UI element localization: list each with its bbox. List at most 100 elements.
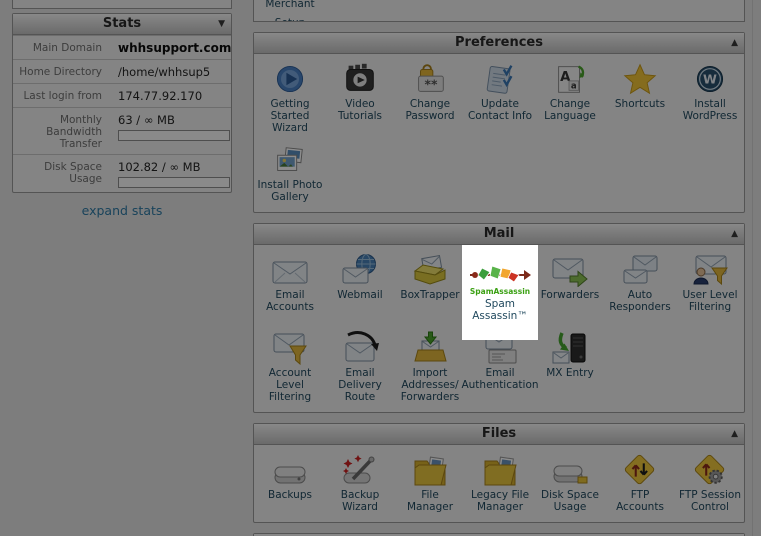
backups-drive-icon xyxy=(270,453,310,487)
app-item-label: Install WordPress xyxy=(677,98,743,122)
collapse-up-icon[interactable]: ▲ xyxy=(731,424,738,444)
app-item-email-accounts[interactable]: Email Accounts xyxy=(255,250,325,328)
app-item-update-contact-info[interactable]: Update Contact Info xyxy=(465,59,535,140)
section-header-files[interactable]: Files ▲ xyxy=(254,424,744,445)
app-item-label: Update Contact Info xyxy=(467,98,533,122)
language-icon: Aa xyxy=(551,62,589,96)
user-filter-icon xyxy=(690,253,730,287)
auto-responders-icon xyxy=(620,253,660,287)
expand-stats-link[interactable]: expand stats xyxy=(12,203,232,218)
svg-text:**: ** xyxy=(424,78,437,92)
app-item-label: Install Photo Gallery xyxy=(257,179,323,203)
cut-panel-top: Merchant Setup xyxy=(253,0,745,22)
app-item-label: Forwarders xyxy=(541,289,599,301)
stat-row-bandwidth: Monthly Bandwidth Transfer 63 / ∞ MB xyxy=(13,107,231,154)
wordpress-icon: W xyxy=(692,62,728,96)
getting-started-icon xyxy=(272,62,308,96)
app-item-forwarders[interactable]: Forwarders xyxy=(535,250,605,328)
app-item-label: BoxTrapper xyxy=(400,289,459,301)
app-item-webmail[interactable]: Webmail xyxy=(325,250,395,328)
app-item-auto-responders[interactable]: Auto Responders xyxy=(605,250,675,328)
app-item-ftp-accounts[interactable]: FTP Accounts xyxy=(605,450,675,519)
app-item-label: Change Password xyxy=(397,98,463,122)
app-item-label: Spam Assassin™ xyxy=(467,298,533,322)
stat-row-disk-space: Disk Space Usage 102.82 / ∞ MB xyxy=(13,154,231,192)
svg-text:W: W xyxy=(703,72,717,87)
account-filter-icon xyxy=(270,331,310,365)
disk-usage-icon xyxy=(550,453,590,487)
stat-value-main-domain: whhsupport.com xyxy=(110,40,235,55)
collapse-up-icon[interactable]: ▲ xyxy=(731,224,738,244)
section-header-preferences[interactable]: Preferences ▲ xyxy=(254,33,744,54)
svg-text:a: a xyxy=(571,82,577,92)
app-item-change-language[interactable]: Aa Change Language xyxy=(535,59,605,140)
app-item-label: FTP Accounts xyxy=(607,489,673,513)
backup-wizard-icon xyxy=(340,453,380,487)
delivery-route-icon xyxy=(340,331,380,365)
stat-row-home-directory: Home Directory /home/whhsup5 xyxy=(13,59,231,83)
app-item-mx-entry[interactable]: MX Entry xyxy=(535,328,605,409)
mail-grid: Email Accounts Webmail BoxTrapper xyxy=(254,245,744,412)
app-item-label: User Level Filtering xyxy=(677,289,743,313)
password-lock-icon: ** xyxy=(411,62,449,96)
app-item-video-tutorials[interactable]: Video Tutorials xyxy=(325,59,395,140)
app-item-install-wordpress[interactable]: W Install WordPress xyxy=(675,59,745,140)
app-item-legacy-file-manager[interactable]: Legacy File Manager xyxy=(465,450,535,519)
app-item-label: Email Delivery Route xyxy=(327,367,393,403)
app-item-label: Video Tutorials xyxy=(327,98,393,122)
section-mail: Mail ▲ Email Accounts Webmail xyxy=(253,223,745,413)
app-item-boxtrapper[interactable]: BoxTrapper xyxy=(395,250,465,328)
stat-label: Home Directory xyxy=(13,64,110,79)
app-item-change-password[interactable]: ** Change Password xyxy=(395,59,465,140)
webmail-globe-icon xyxy=(340,253,380,287)
stat-label: Disk Space Usage xyxy=(13,159,110,188)
stat-label: Main Domain xyxy=(13,40,110,55)
app-item-label: Disk Space Usage xyxy=(537,489,603,513)
section-header-mail[interactable]: Mail ▲ xyxy=(254,224,744,245)
app-item-spam-assassin[interactable]: SpamAssassin Spam Assassin™ xyxy=(465,250,535,328)
spamassassin-logo-text: SpamAssassin xyxy=(470,288,530,296)
legacy-folder-icon xyxy=(480,453,520,487)
app-item-label: Legacy File Manager xyxy=(467,489,533,513)
files-grid: Backups Backup Wizard File Manager xyxy=(254,445,744,522)
app-item-label: Merchant Setup xyxy=(265,0,314,22)
stats-header[interactable]: Stats ▼ xyxy=(13,14,231,35)
app-item-file-manager[interactable]: File Manager xyxy=(395,450,465,519)
app-item-shortcuts[interactable]: Shortcuts xyxy=(605,59,675,140)
collapse-up-icon[interactable]: ▲ xyxy=(731,33,738,53)
cpanel-page: Stats ▼ Main Domain whhsupport.com Home … xyxy=(0,0,761,536)
forwarders-icon xyxy=(550,253,590,287)
bandwidth-usage-bar xyxy=(118,130,230,141)
app-item-account-level-filtering[interactable]: Account Level Filtering xyxy=(255,328,325,409)
app-item-email-delivery-route[interactable]: Email Delivery Route xyxy=(325,328,395,409)
app-item-getting-started-wizard[interactable]: Getting Started Wizard xyxy=(255,59,325,140)
section-title: Files xyxy=(482,426,516,441)
app-item-import-addresses-forwarders[interactable]: Import Addresses/ Forwarders xyxy=(395,328,465,409)
section-title: Preferences xyxy=(455,35,543,50)
stat-value-bandwidth: 63 / ∞ MB xyxy=(110,112,234,150)
spamassassin-logo-icon xyxy=(469,253,531,287)
app-item-disk-space-usage[interactable]: Disk Space Usage xyxy=(535,450,605,519)
app-item-install-photo-gallery[interactable]: Install Photo Gallery xyxy=(255,140,325,209)
collapse-down-icon[interactable]: ▼ xyxy=(218,14,225,34)
app-item-label: Webmail xyxy=(337,289,382,301)
app-item-label: Backup Wizard xyxy=(327,489,393,513)
stat-value-last-login: 174.77.92.170 xyxy=(110,88,231,103)
preferences-grid: Getting Started Wizard Video Tutorials *… xyxy=(254,54,744,212)
app-item-email-authentication[interactable]: Email Authentication xyxy=(465,328,535,409)
section-title: Mail xyxy=(484,226,515,241)
page-container-edge xyxy=(752,0,753,536)
app-item-user-level-filtering[interactable]: User Level Filtering xyxy=(675,250,745,328)
app-item-ftp-session-control[interactable]: FTP Session Control xyxy=(675,450,745,519)
email-envelope-icon xyxy=(270,253,310,287)
app-item-label: MX Entry xyxy=(546,367,594,379)
app-item-backups[interactable]: Backups xyxy=(255,450,325,519)
app-item-label: Import Addresses/ Forwarders xyxy=(397,367,463,403)
stat-value-home-directory: /home/whhsup5 xyxy=(110,64,231,79)
app-item-merchant-setup[interactable]: Merchant Setup xyxy=(255,0,325,22)
video-tutorials-icon xyxy=(341,62,379,96)
app-item-label: Account Level Filtering xyxy=(257,367,323,403)
app-item-backup-wizard[interactable]: Backup Wizard xyxy=(325,450,395,519)
folder-icon xyxy=(410,453,450,487)
main-content: Merchant Setup Preferences ▲ Getting Sta… xyxy=(253,0,745,536)
